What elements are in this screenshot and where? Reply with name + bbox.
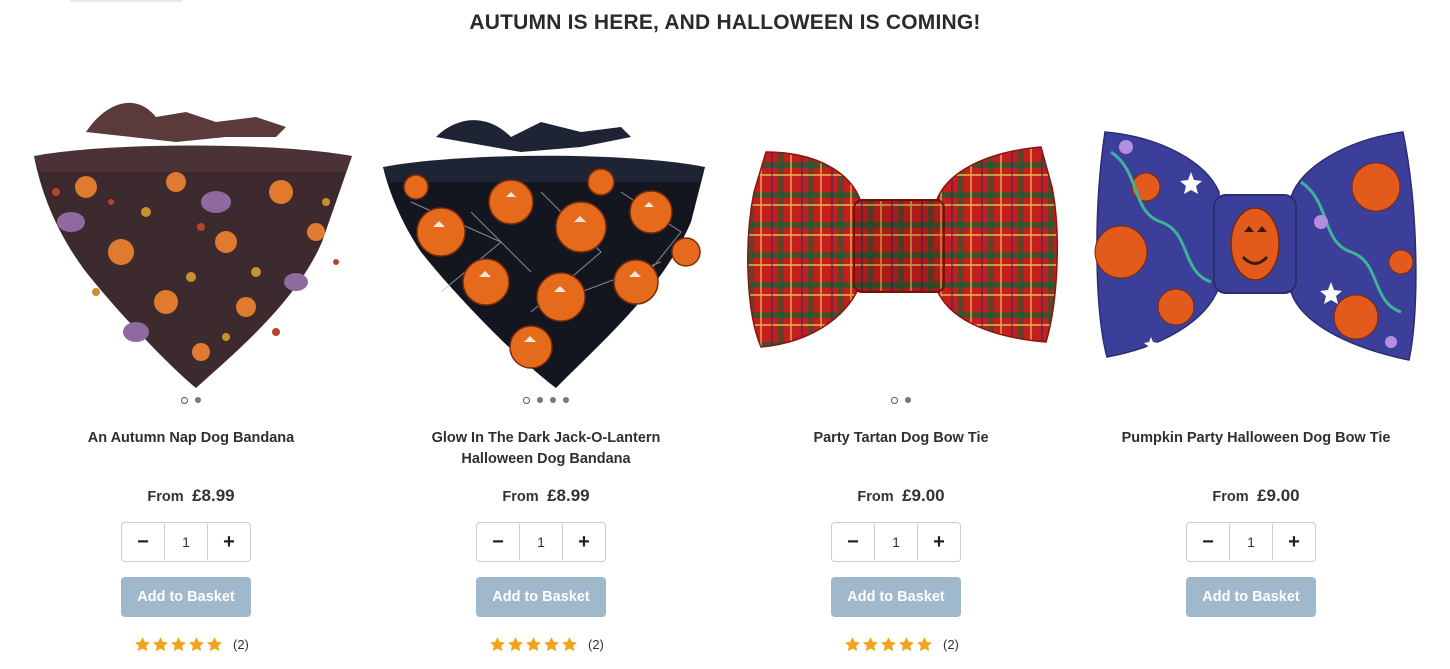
star-rating [134,636,223,653]
add-to-basket-button[interactable]: Add to Basket [476,577,606,617]
plus-icon[interactable]: + [918,523,960,561]
price-value: £9.00 [902,486,945,505]
price-from-label: From [147,489,184,505]
add-to-basket-button[interactable]: Add to Basket [121,577,251,617]
star-icon [508,636,523,651]
product-name-link[interactable]: Party Tartan Dog Bow Tie [756,428,1046,449]
star-icon [562,636,577,651]
product-card: An Autumn Nap Dog Bandana From £8.99 − +… [26,92,356,669]
add-to-basket-button[interactable]: Add to Basket [1186,577,1316,617]
star-icon [881,636,896,651]
product-name-link[interactable]: Glow In The Dark Jack-O-Lantern Hallowee… [401,428,691,470]
price: From £9.00 [1091,486,1421,506]
tartan-bowtie-image [747,146,1058,348]
product-image[interactable] [1091,92,1421,388]
star-icon [917,636,932,651]
carousel-dot[interactable] [537,397,543,403]
product-listing-page: AUTUMN IS HERE, AND HALLOWEEN IS COMING! [0,0,1450,669]
product-name-link[interactable]: Pumpkin Party Halloween Dog Bow Tie [1111,428,1401,449]
review-count: (2) [233,636,249,652]
carousel-dot[interactable] [195,397,201,403]
carousel-dot[interactable] [905,397,911,403]
image-carousel-dots [736,394,1066,406]
review-count: (2) [588,636,604,652]
carousel-dot[interactable] [181,396,188,404]
quantity-stepper: − + [476,522,606,562]
star-icon [845,636,860,651]
price: From £9.00 [736,486,1066,506]
quantity-stepper: − + [831,522,961,562]
star-icon [189,636,204,651]
star-icon [207,636,222,651]
pumpkin-bowtie-image [1094,131,1417,361]
product-image[interactable] [736,92,1066,388]
minus-icon[interactable]: − [1187,523,1229,561]
review-count: (2) [943,636,959,652]
top-divider [70,0,182,2]
rating[interactable]: (2) [489,633,604,655]
product-card: Glow In The Dark Jack-O-Lantern Hallowee… [381,92,711,669]
star-icon [899,636,914,651]
jackolantern-bandana-image [383,120,705,388]
price-value: £8.99 [192,486,235,505]
plus-icon[interactable]: + [563,523,605,561]
star-icon [544,636,559,651]
price-from-label: From [502,489,539,505]
section-title: AUTUMN IS HERE, AND HALLOWEEN IS COMING! [469,11,981,34]
product-card: Pumpkin Party Halloween Dog Bow Tie From… [1091,92,1421,669]
price-value: £8.99 [547,486,590,505]
star-icon [153,636,168,651]
product-image[interactable] [381,92,711,388]
product-card: Party Tartan Dog Bow Tie From £9.00 − + … [736,92,1066,669]
star-rating [844,636,933,653]
star-rating [489,636,578,653]
star-icon [526,636,541,651]
rating[interactable]: (2) [844,633,959,655]
price-from-label: From [1212,489,1249,505]
plus-icon[interactable]: + [1273,523,1315,561]
price: From £8.99 [26,486,356,506]
quantity-stepper: − + [1186,522,1316,562]
minus-icon[interactable]: − [832,523,874,561]
image-carousel-dots [26,394,356,406]
image-carousel-dots [381,394,711,406]
quantity-input[interactable] [164,524,208,560]
minus-icon[interactable]: − [477,523,519,561]
autumn-bandana-image [34,102,352,388]
quantity-input[interactable] [874,524,918,560]
carousel-dot[interactable] [891,396,898,404]
price-value: £9.00 [1257,486,1300,505]
minus-icon[interactable]: − [122,523,164,561]
price-from-label: From [857,489,894,505]
quantity-input[interactable] [519,524,563,560]
price: From £8.99 [381,486,711,506]
product-name-link[interactable]: An Autumn Nap Dog Bandana [46,428,336,449]
plus-icon[interactable]: + [208,523,250,561]
carousel-dot[interactable] [523,396,530,404]
carousel-dot[interactable] [550,397,556,403]
quantity-input[interactable] [1229,524,1273,560]
product-image[interactable] [26,92,356,388]
carousel-dot[interactable] [563,397,569,403]
star-icon [135,636,150,651]
quantity-stepper: − + [121,522,251,562]
add-to-basket-button[interactable]: Add to Basket [831,577,961,617]
star-icon [863,636,878,651]
star-icon [490,636,505,651]
rating[interactable]: (2) [134,633,249,655]
star-icon [171,636,186,651]
